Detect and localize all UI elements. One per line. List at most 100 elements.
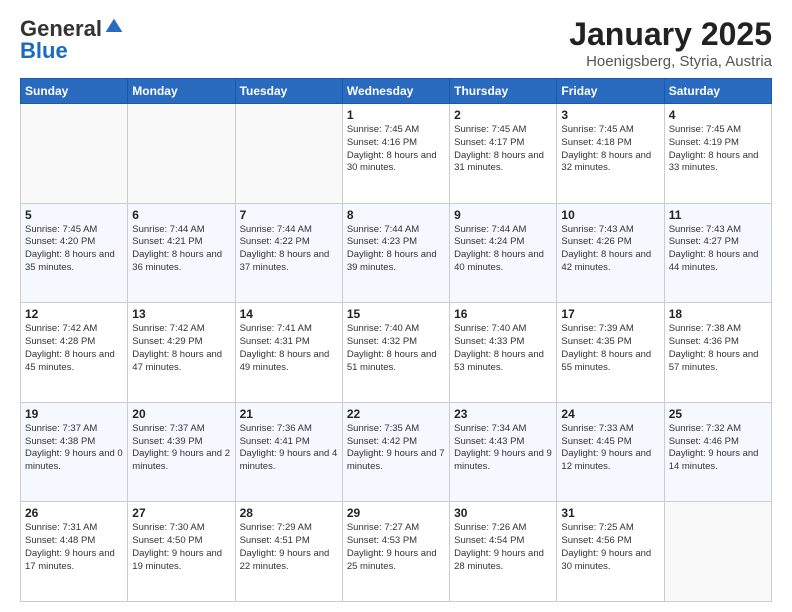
calendar-cell: 23 Sunrise: 7:34 AM Sunset: 4:43 PM Dayli… — [450, 402, 557, 502]
calendar-week-row: 5Sunrise: 7:45 AM Sunset: 4:20 PM Daylig… — [21, 203, 772, 303]
logo: General Blue — [20, 16, 124, 64]
day-info: Sunrise: 7:35 AM Sunset: 4:42 PM Dayligh… — [347, 423, 445, 474]
day-info: Sunrise: 7:29 AM Sunset: 4:51 PM Dayligh… — [240, 522, 338, 573]
day-info: Sunrise: 7:43 AM Sunset: 4:27 PM Dayligh… — [669, 224, 767, 275]
calendar-cell: 16 Sunrise: 7:40 AM Sunset: 4:33 PM Dayli… — [450, 303, 557, 403]
day-number: 12 — [25, 307, 123, 321]
calendar-week-row: 19 Sunrise: 7:37 AM Sunset: 4:38 PM Dayli… — [21, 402, 772, 502]
day-info: Sunrise: 7:39 AM Sunset: 4:35 PM Dayligh… — [561, 323, 659, 374]
day-info: Sunrise: 7:33 AM Sunset: 4:45 PM Dayligh… — [561, 423, 659, 474]
day-info: Sunrise: 7:37 AM Sunset: 4:39 PM Dayligh… — [132, 423, 230, 474]
day-number: 14 — [240, 307, 338, 321]
calendar-cell: 6 Sunrise: 7:44 AM Sunset: 4:21 PM Daylig… — [128, 203, 235, 303]
calendar-cell: 3 Sunrise: 7:45 AM Sunset: 4:18 PM Daylig… — [557, 104, 664, 204]
title-area: January 2025 Hoenigsberg, Styria, Austri… — [569, 16, 772, 70]
calendar-cell: 22 Sunrise: 7:35 AM Sunset: 4:42 PM Dayli… — [342, 402, 449, 502]
day-number: 24 — [561, 407, 659, 421]
day-number: 16 — [454, 307, 552, 321]
calendar-cell: 17 Sunrise: 7:39 AM Sunset: 4:35 PM Dayli… — [557, 303, 664, 403]
day-number: 27 — [132, 506, 230, 520]
calendar-cell: 5Sunrise: 7:45 AM Sunset: 4:20 PM Daylig… — [21, 203, 128, 303]
calendar-cell: 2Sunrise: 7:45 AM Sunset: 4:17 PM Daylig… — [450, 104, 557, 204]
day-number: 15 — [347, 307, 445, 321]
day-number: 3 — [561, 108, 659, 122]
calendar-cell: 1Sunrise: 7:45 AM Sunset: 4:16 PM Daylig… — [342, 104, 449, 204]
day-number: 11 — [669, 208, 767, 222]
calendar-cell: 29Sunrise: 7:27 AM Sunset: 4:53 PM Dayli… — [342, 502, 449, 602]
day-number: 20 — [132, 407, 230, 421]
logo-blue-text: Blue — [20, 38, 68, 64]
calendar-cell: 10 Sunrise: 7:43 AM Sunset: 4:26 PM Dayli… — [557, 203, 664, 303]
calendar-cell: 15 Sunrise: 7:40 AM Sunset: 4:32 PM Dayli… — [342, 303, 449, 403]
day-info: Sunrise: 7:34 AM Sunset: 4:43 PM Dayligh… — [454, 423, 552, 474]
day-info: Sunrise: 7:45 AM Sunset: 4:17 PM Dayligh… — [454, 124, 552, 175]
calendar-cell: 24 Sunrise: 7:33 AM Sunset: 4:45 PM Dayli… — [557, 402, 664, 502]
day-number: 25 — [669, 407, 767, 421]
day-info: Sunrise: 7:41 AM Sunset: 4:31 PM Dayligh… — [240, 323, 338, 374]
calendar-cell: 20 Sunrise: 7:37 AM Sunset: 4:39 PM Dayli… — [128, 402, 235, 502]
day-info: Sunrise: 7:44 AM Sunset: 4:22 PM Dayligh… — [240, 224, 338, 275]
logo-icon — [104, 17, 124, 37]
header: General Blue January 2025 Hoenigsberg, S… — [20, 16, 772, 70]
day-number: 17 — [561, 307, 659, 321]
day-number: 7 — [240, 208, 338, 222]
col-thursday: Thursday — [450, 79, 557, 104]
page: General Blue January 2025 Hoenigsberg, S… — [0, 0, 792, 612]
day-info: Sunrise: 7:42 AM Sunset: 4:28 PM Dayligh… — [25, 323, 123, 374]
day-info: Sunrise: 7:36 AM Sunset: 4:41 PM Dayligh… — [240, 423, 338, 474]
calendar-cell: 19 Sunrise: 7:37 AM Sunset: 4:38 PM Dayli… — [21, 402, 128, 502]
day-info: Sunrise: 7:40 AM Sunset: 4:33 PM Dayligh… — [454, 323, 552, 374]
day-number: 22 — [347, 407, 445, 421]
col-wednesday: Wednesday — [342, 79, 449, 104]
calendar-cell — [664, 502, 771, 602]
day-info: Sunrise: 7:40 AM Sunset: 4:32 PM Dayligh… — [347, 323, 445, 374]
day-info: Sunrise: 7:45 AM Sunset: 4:18 PM Dayligh… — [561, 124, 659, 175]
calendar-cell — [235, 104, 342, 204]
calendar-cell: 7 Sunrise: 7:44 AM Sunset: 4:22 PM Daylig… — [235, 203, 342, 303]
calendar-cell: 28 Sunrise: 7:29 AM Sunset: 4:51 PM Dayli… — [235, 502, 342, 602]
day-number: 19 — [25, 407, 123, 421]
calendar-table: Sunday Monday Tuesday Wednesday Thursday… — [20, 78, 772, 602]
calendar-cell: 26Sunrise: 7:31 AM Sunset: 4:48 PM Dayli… — [21, 502, 128, 602]
calendar-cell: 30 Sunrise: 7:26 AM Sunset: 4:54 PM Dayli… — [450, 502, 557, 602]
calendar-week-row: 1Sunrise: 7:45 AM Sunset: 4:16 PM Daylig… — [21, 104, 772, 204]
calendar-cell: 25 Sunrise: 7:32 AM Sunset: 4:46 PM Dayli… — [664, 402, 771, 502]
col-monday: Monday — [128, 79, 235, 104]
day-number: 26 — [25, 506, 123, 520]
calendar-cell: 11 Sunrise: 7:43 AM Sunset: 4:27 PM Dayli… — [664, 203, 771, 303]
day-number: 18 — [669, 307, 767, 321]
month-title: January 2025 — [569, 16, 772, 53]
calendar-cell: 27 Sunrise: 7:30 AM Sunset: 4:50 PM Dayli… — [128, 502, 235, 602]
day-number: 21 — [240, 407, 338, 421]
day-info: Sunrise: 7:45 AM Sunset: 4:16 PM Dayligh… — [347, 124, 445, 175]
day-number: 28 — [240, 506, 338, 520]
day-number: 30 — [454, 506, 552, 520]
day-info: Sunrise: 7:30 AM Sunset: 4:50 PM Dayligh… — [132, 522, 230, 573]
day-info: Sunrise: 7:44 AM Sunset: 4:21 PM Dayligh… — [132, 224, 230, 275]
calendar-week-row: 26Sunrise: 7:31 AM Sunset: 4:48 PM Dayli… — [21, 502, 772, 602]
day-number: 29 — [347, 506, 445, 520]
day-info: Sunrise: 7:38 AM Sunset: 4:36 PM Dayligh… — [669, 323, 767, 374]
day-number: 23 — [454, 407, 552, 421]
day-info: Sunrise: 7:44 AM Sunset: 4:24 PM Dayligh… — [454, 224, 552, 275]
day-number: 8 — [347, 208, 445, 222]
day-info: Sunrise: 7:37 AM Sunset: 4:38 PM Dayligh… — [25, 423, 123, 474]
day-number: 6 — [132, 208, 230, 222]
day-info: Sunrise: 7:45 AM Sunset: 4:19 PM Dayligh… — [669, 124, 767, 175]
day-number: 10 — [561, 208, 659, 222]
day-info: Sunrise: 7:26 AM Sunset: 4:54 PM Dayligh… — [454, 522, 552, 573]
day-number: 5 — [25, 208, 123, 222]
day-info: Sunrise: 7:32 AM Sunset: 4:46 PM Dayligh… — [669, 423, 767, 474]
calendar-cell — [21, 104, 128, 204]
day-number: 31 — [561, 506, 659, 520]
day-info: Sunrise: 7:25 AM Sunset: 4:56 PM Dayligh… — [561, 522, 659, 573]
calendar-cell: 8Sunrise: 7:44 AM Sunset: 4:23 PM Daylig… — [342, 203, 449, 303]
calendar-cell: 31 Sunrise: 7:25 AM Sunset: 4:56 PM Dayli… — [557, 502, 664, 602]
day-info: Sunrise: 7:43 AM Sunset: 4:26 PM Dayligh… — [561, 224, 659, 275]
calendar-cell — [128, 104, 235, 204]
col-saturday: Saturday — [664, 79, 771, 104]
day-number: 9 — [454, 208, 552, 222]
calendar-cell: 13Sunrise: 7:42 AM Sunset: 4:29 PM Dayli… — [128, 303, 235, 403]
calendar-cell: 21 Sunrise: 7:36 AM Sunset: 4:41 PM Dayli… — [235, 402, 342, 502]
calendar-cell: 12 Sunrise: 7:42 AM Sunset: 4:28 PM Dayli… — [21, 303, 128, 403]
